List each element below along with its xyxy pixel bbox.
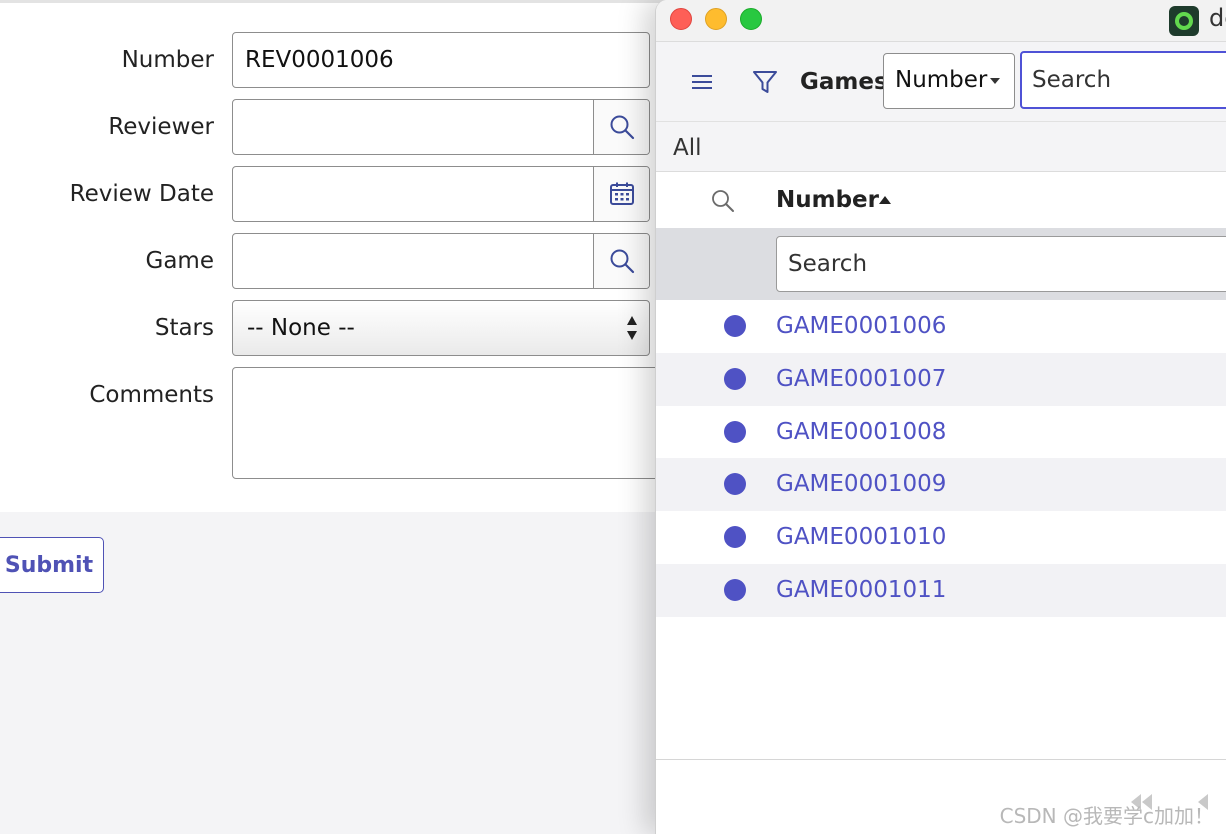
search-field-select-value: Number <box>895 67 988 93</box>
watermark: CSDN @我要学c加加！ <box>999 804 1214 828</box>
search-icon <box>610 115 634 140</box>
form-row-reviewer: Reviewer <box>0 99 700 155</box>
close-window-button[interactable] <box>670 8 692 30</box>
record-dot-icon <box>724 315 746 337</box>
window-titlebar: de <box>656 0 1226 42</box>
reviewer-field-box <box>232 99 650 155</box>
list-toolbar: Games Number <box>656 42 1226 122</box>
breadcrumb-all[interactable]: All <box>673 122 702 174</box>
select-arrows-icon <box>627 316 637 340</box>
game-number-link[interactable]: GAME0001009 <box>776 458 946 510</box>
review-form: Number Reviewer Review Date <box>0 0 700 512</box>
table-row: GAME0001006 <box>656 300 1226 353</box>
review-date-field-box <box>232 166 650 222</box>
column-filter-row <box>656 228 1226 300</box>
reviewer-input[interactable] <box>233 100 595 154</box>
column-header-row: Number <box>656 172 1226 228</box>
record-dot-icon <box>724 473 746 496</box>
form-row-review-date: Review Date <box>0 166 700 222</box>
list-title: Games <box>800 69 888 95</box>
form-row-comments: Comments <box>0 367 700 479</box>
list-search-box <box>1020 51 1226 109</box>
comments-field-box <box>232 367 672 479</box>
game-number-link[interactable]: GAME0001011 <box>776 564 946 616</box>
stars-select[interactable]: -- None -- <box>232 300 650 356</box>
number-label: Number <box>121 47 214 73</box>
search-field-select[interactable]: Number <box>883 53 1015 109</box>
table-row: GAME0001009 <box>656 458 1226 512</box>
sort-ascending-icon[interactable] <box>879 196 891 204</box>
minimize-window-button[interactable] <box>705 8 727 30</box>
record-dot-icon <box>724 367 746 390</box>
form-row-stars: Stars -- None -- <box>0 300 700 356</box>
hamburger-menu-button[interactable] <box>686 66 718 98</box>
table-row: GAME0001008 <box>656 405 1226 459</box>
stars-select-value: -- None -- <box>247 315 355 341</box>
number-field-box <box>232 32 650 88</box>
number-input[interactable] <box>233 33 649 87</box>
footer-divider <box>656 759 1226 760</box>
caret-down-icon <box>990 78 1000 84</box>
funnel-icon <box>753 71 777 93</box>
column-header-number[interactable]: Number <box>776 172 879 228</box>
table-row: GAME0001010 <box>656 511 1226 564</box>
game-number-link[interactable]: GAME0001008 <box>776 406 946 458</box>
comments-textarea[interactable] <box>233 368 671 478</box>
hamburger-icon <box>692 75 712 89</box>
app-logo-icon <box>1169 6 1199 36</box>
game-list: GAME0001006 GAME0001007 GAME0001008 GAME… <box>656 300 1226 617</box>
window-title: de <box>1209 4 1226 32</box>
calendar-icon <box>609 182 634 205</box>
breadcrumb: All <box>656 122 1226 172</box>
game-number-link[interactable]: GAME0001006 <box>776 300 946 352</box>
search-icon[interactable] <box>710 188 736 214</box>
review-date-picker-button[interactable] <box>593 167 649 221</box>
filter-button[interactable] <box>749 66 781 98</box>
games-lookup-window: de Games Number All <box>655 0 1226 834</box>
review-date-input[interactable] <box>233 167 595 221</box>
record-dot-icon <box>724 578 746 601</box>
table-row: GAME0001011 <box>656 563 1226 617</box>
column-filter-box <box>776 236 1226 292</box>
game-label: Game <box>145 248 214 274</box>
form-row-game: Game <box>0 233 700 289</box>
list-search-input[interactable] <box>1022 53 1226 107</box>
form-row-number: Number <box>0 32 700 88</box>
zoom-window-button[interactable] <box>740 8 762 30</box>
game-field-box <box>232 233 650 289</box>
column-filter-input[interactable] <box>777 237 1226 291</box>
record-dot-icon <box>724 420 746 443</box>
review-date-label: Review Date <box>69 181 214 207</box>
game-number-link[interactable]: GAME0001010 <box>776 511 946 563</box>
search-icon <box>610 249 634 274</box>
record-dot-icon <box>724 526 746 549</box>
submit-button[interactable]: Submit <box>0 537 104 593</box>
table-row: GAME0001007 <box>656 352 1226 406</box>
reviewer-lookup-button[interactable] <box>593 100 649 154</box>
game-input[interactable] <box>233 234 595 288</box>
game-lookup-button[interactable] <box>593 234 649 288</box>
game-number-link[interactable]: GAME0001007 <box>776 353 946 405</box>
stars-label: Stars <box>154 315 214 341</box>
reviewer-label: Reviewer <box>108 114 214 140</box>
comments-label: Comments <box>89 382 214 408</box>
